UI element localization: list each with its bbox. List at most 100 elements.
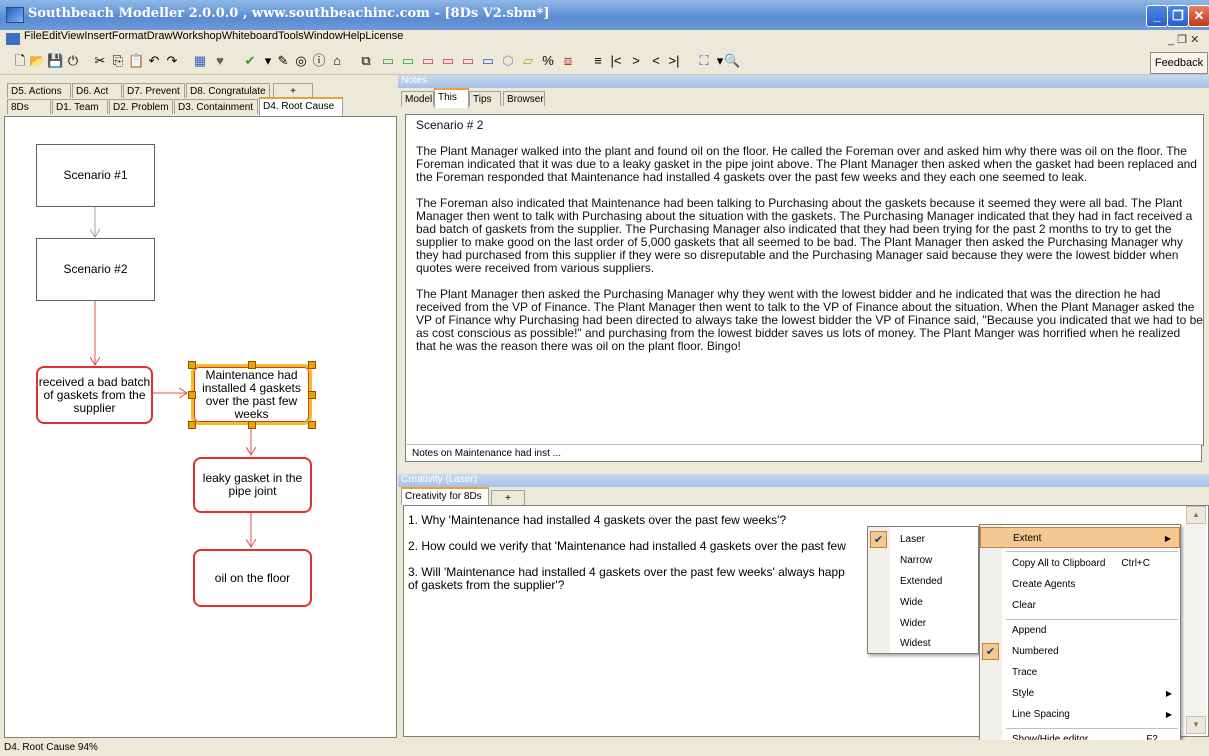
menu-append[interactable]: Append — [980, 620, 1180, 641]
tab-add[interactable]: + — [273, 83, 313, 98]
resize-handle[interactable] — [188, 361, 196, 369]
zoom-icon[interactable]: 🔍 — [724, 53, 740, 69]
target-icon[interactable]: ◎ — [293, 53, 309, 69]
tab-creativity-8ds[interactable]: Creativity for 8Ds — [401, 487, 489, 505]
menu-numbered[interactable]: ✔ Numbered — [980, 641, 1180, 662]
node-scenario-1[interactable]: Scenario #1 — [36, 144, 155, 207]
building-icon[interactable]: ⌂ — [329, 53, 345, 69]
tab-creativity-add[interactable]: + — [491, 490, 525, 505]
scrollbar[interactable]: ▲ ▼ — [1186, 506, 1206, 734]
menu-file[interactable]: File — [24, 30, 42, 42]
save-icon[interactable]: 💾 — [47, 53, 63, 69]
scroll-up-icon[interactable]: ▲ — [1186, 506, 1206, 524]
copy-icon[interactable]: ⎘ — [110, 53, 126, 69]
notes-editor[interactable]: Scenario # 2 The Plant Manager walked in… — [405, 114, 1204, 446]
resize-handle[interactable] — [188, 421, 196, 429]
document-icon[interactable] — [6, 33, 20, 45]
tab-d5-actions[interactable]: D5. Actions — [7, 83, 71, 98]
tab-d3-containment[interactable]: D3. Containment — [174, 99, 258, 114]
undo-icon[interactable]: ↶ — [146, 53, 162, 69]
tab-d7-prevent[interactable]: D7. Prevent — [123, 83, 185, 98]
agent-icon[interactable]: ⧈ — [560, 53, 576, 69]
node-maintenance-selected[interactable]: Maintenance had installed 4 gaskets over… — [191, 364, 312, 425]
menu-extent[interactable]: Extent ▶ — [980, 527, 1180, 548]
shape-green-icon[interactable]: ▭ — [380, 53, 396, 69]
menu-clear[interactable]: Clear — [980, 595, 1180, 616]
resize-handle[interactable] — [248, 421, 256, 429]
tab-model[interactable]: Model — [401, 91, 434, 106]
next-icon[interactable]: > — [628, 53, 644, 69]
mdi-controls[interactable]: _ ❐ ✕ — [1168, 33, 1199, 46]
resize-handle[interactable] — [308, 361, 316, 369]
extent-laser[interactable]: ✔ Laser — [868, 529, 978, 550]
menu-draw[interactable]: Draw — [147, 30, 173, 42]
close-button[interactable]: ✕ — [1188, 5, 1209, 27]
view-icon[interactable]: ⛶ — [696, 53, 712, 69]
menu-copy-all[interactable]: Copy All to Clipboard Ctrl+C — [980, 553, 1180, 574]
shape-blue-icon[interactable]: ▭ — [480, 53, 496, 69]
extent-widest[interactable]: Widest — [868, 633, 978, 654]
menu-license[interactable]: License — [365, 30, 403, 42]
title-bar[interactable]: Southbeach Modeller 2.0.0.0 , www.southb… — [0, 0, 1209, 30]
open-folder-icon[interactable]: 📂 — [29, 53, 45, 69]
check-icon[interactable]: ✔ — [242, 53, 258, 69]
menu-window[interactable]: Window — [304, 30, 343, 42]
info-icon[interactable]: ⓘ — [311, 53, 327, 69]
grid-icon[interactable]: ▦ — [192, 53, 208, 69]
extent-extended[interactable]: Extended — [868, 571, 978, 592]
layout-icon[interactable]: ⧉ — [358, 53, 374, 69]
extent-narrow[interactable]: Narrow — [868, 550, 978, 571]
heart-icon[interactable]: ♥ — [212, 53, 228, 69]
app-icon[interactable] — [6, 7, 24, 23]
minimize-button[interactable]: _ — [1146, 5, 1168, 27]
paste-icon[interactable]: 📋 — [128, 53, 144, 69]
menu-view[interactable]: View — [61, 30, 85, 42]
tab-d8-congratulate[interactable]: D8. Congratulate — [186, 83, 270, 98]
tab-d4-root-cause[interactable]: D4. Root Cause — [259, 97, 343, 116]
tab-tips[interactable]: Tips — [469, 91, 501, 106]
node-leaky-gasket[interactable]: leaky gasket in the pipe joint — [193, 457, 312, 513]
tab-8ds[interactable]: 8Ds — [7, 99, 51, 114]
menu-help[interactable]: Help — [343, 30, 366, 42]
menu-style[interactable]: Style ▶ — [980, 683, 1180, 704]
resize-handle[interactable] — [188, 391, 196, 399]
diagram-canvas[interactable]: Scenario #1 Scenario #2 received a bad b… — [4, 116, 397, 738]
menu-line-spacing[interactable]: Line Spacing ▶ — [980, 704, 1180, 725]
scroll-down-icon[interactable]: ▼ — [1186, 716, 1206, 734]
menu-edit[interactable]: Edit — [42, 30, 61, 42]
node-scenario-2[interactable]: Scenario #2 — [36, 238, 155, 301]
extent-wider[interactable]: Wider — [868, 613, 978, 634]
shape-green2-icon[interactable]: ▭ — [400, 53, 416, 69]
shape-hex-icon[interactable]: ⬡ — [500, 53, 516, 69]
menu-workshop[interactable]: Workshop — [172, 30, 221, 42]
node-oil-on-floor[interactable]: oil on the floor — [193, 549, 312, 607]
menu-insert[interactable]: Insert — [84, 30, 112, 42]
tab-d1-team[interactable]: D1. Team — [52, 99, 108, 114]
resize-handle[interactable] — [308, 421, 316, 429]
menu-format[interactable]: Format — [112, 30, 147, 42]
tab-d6-act[interactable]: D6. Act — [72, 83, 122, 98]
align-icon[interactable]: ≡ — [590, 53, 606, 69]
note-icon[interactable]: ▱ — [520, 53, 536, 69]
tab-d2-problem[interactable]: D2. Problem — [109, 99, 173, 114]
node-bad-batch[interactable]: received a bad batch of gaskets from the… — [36, 366, 153, 424]
last-icon[interactable]: >| — [666, 53, 682, 69]
shape-red-icon[interactable]: ▭ — [420, 53, 436, 69]
redo-icon[interactable]: ↷ — [164, 53, 180, 69]
prev-icon[interactable]: < — [648, 53, 664, 69]
first-icon[interactable]: |< — [608, 53, 624, 69]
cut-icon[interactable]: ✂ — [92, 53, 108, 69]
pencil-icon[interactable]: ✎ — [275, 53, 291, 69]
menu-create-agents[interactable]: Create Agents — [980, 574, 1180, 595]
menu-trace[interactable]: Trace — [980, 662, 1180, 683]
percent-icon[interactable]: % — [540, 53, 556, 69]
tab-this[interactable]: This — [434, 88, 469, 108]
resize-handle[interactable] — [248, 361, 256, 369]
feedback-button[interactable]: Feedback — [1150, 52, 1208, 74]
menu-whiteboard[interactable]: Whiteboard — [222, 30, 278, 42]
shape-red3-icon[interactable]: ▭ — [460, 53, 476, 69]
dropdown-arrow-icon[interactable]: ▾ — [260, 53, 276, 69]
menu-tools[interactable]: Tools — [278, 30, 304, 42]
tab-browser[interactable]: Browser — [503, 91, 545, 106]
new-file-icon[interactable]: 🗋 — [12, 53, 28, 69]
